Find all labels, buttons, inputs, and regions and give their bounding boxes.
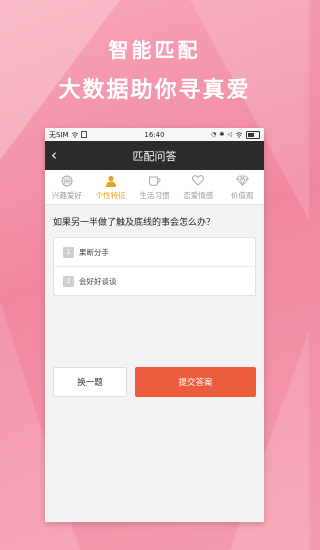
mute-icon: ◁: [227, 131, 232, 138]
alarm-icon: ◔: [211, 131, 217, 138]
tab-label: 价值观: [230, 190, 254, 200]
option-label: 会好好谈谈: [79, 276, 117, 286]
nav-title: 匹配问答: [132, 149, 177, 163]
chevron-left-icon[interactable]: ‹: [51, 146, 57, 164]
wifi-signal-icon: [235, 131, 243, 138]
tab-interests[interactable]: 兴趣爱好: [45, 170, 89, 204]
category-tabs: 兴趣爱好 个性特征 生活习惯 恋爱情感 价值观: [45, 170, 264, 205]
phone-screen: 无SIM 16:40 ◔ ✱ ◁ ‹ 匹配问答 兴趣爱好 个性特征 生活习惯 恋…: [45, 128, 264, 522]
tab-label: 生活习惯: [139, 190, 170, 200]
heart-icon: [192, 174, 205, 188]
option-label: 果断分手: [79, 247, 109, 257]
diamond-icon: [235, 174, 249, 188]
switch-question-button[interactable]: 换一题: [53, 367, 127, 397]
nav-bar: ‹ 匹配问答: [45, 141, 264, 170]
person-icon: [105, 174, 117, 188]
option-number: 1: [63, 246, 74, 258]
sim-icon: [80, 131, 87, 138]
tab-label: 个性特征: [95, 190, 126, 200]
battery-icon: [246, 130, 260, 139]
tab-label: 恋爱情感: [183, 190, 214, 200]
tab-lifestyle[interactable]: 生活习惯: [133, 170, 177, 204]
coffee-cup-icon: [148, 174, 161, 188]
answer-option[interactable]: 2 会好好谈谈: [54, 266, 255, 295]
tab-personality[interactable]: 个性特征: [89, 170, 133, 204]
bluetooth-icon: ✱: [219, 131, 225, 138]
submit-answer-button[interactable]: 提交答案: [135, 367, 256, 397]
promo-headline: 智能匹配: [108, 38, 201, 62]
basketball-icon: [61, 174, 73, 188]
tab-label: 兴趣爱好: [51, 190, 82, 200]
question-text: 如果另一半做了触及底线的事会怎么办？: [53, 218, 216, 228]
status-bar: 无SIM 16:40 ◔ ✱ ◁: [45, 128, 264, 141]
promo-subheadline: 大数据助你寻真爱: [58, 78, 251, 103]
answer-options: 1 果断分手 2 会好好谈谈: [53, 237, 256, 296]
wifi-icon: [71, 131, 78, 138]
tab-values[interactable]: 价值观: [220, 170, 264, 204]
carrier-label: 无SIM: [49, 130, 69, 139]
action-buttons: 换一题 提交答案: [53, 367, 256, 397]
tab-romance[interactable]: 恋爱情感: [176, 170, 220, 204]
answer-option[interactable]: 1 果断分手: [54, 238, 255, 266]
option-number: 2: [63, 275, 74, 287]
